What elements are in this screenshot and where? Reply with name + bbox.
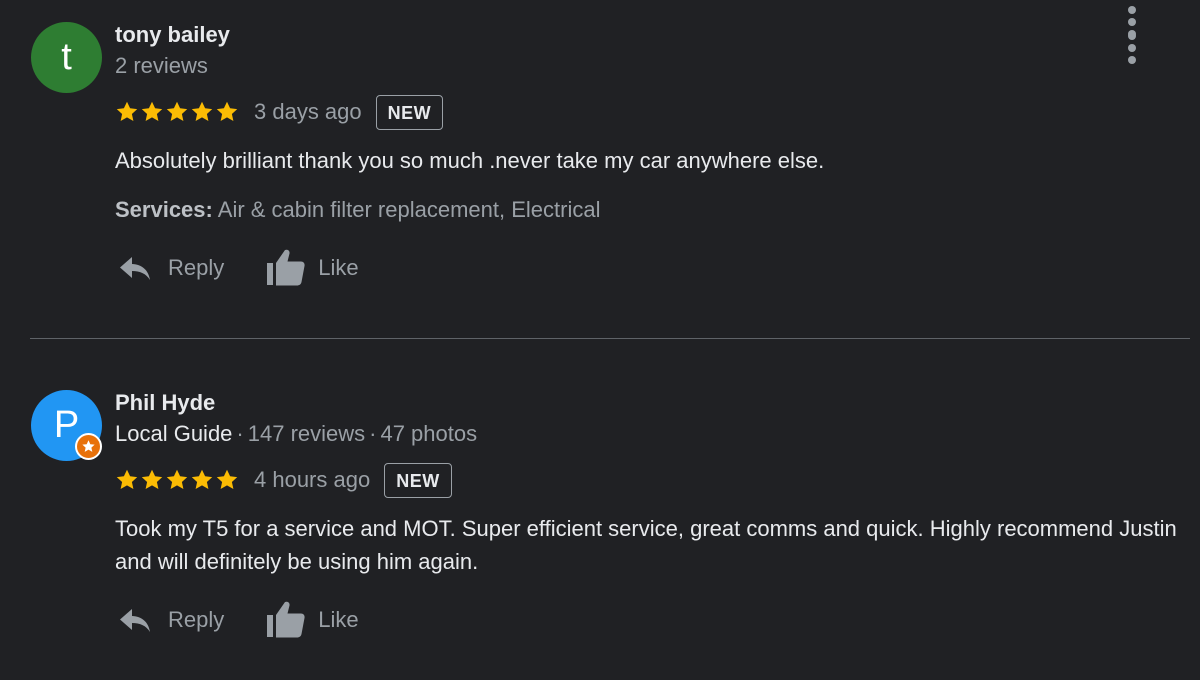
more-vert-icon (1128, 6, 1136, 14)
services-value: Air & cabin filter replacement, Electric… (217, 197, 601, 222)
like-button[interactable]: Like (266, 601, 359, 639)
review-time: 3 days ago (254, 99, 362, 124)
avatar[interactable]: P (31, 390, 102, 461)
reviews-count: 147 reviews (247, 421, 366, 446)
reviews-list: t tony bailey 2 reviews 3 days ago NEW A… (0, 0, 1200, 680)
review-services: Services: Air & cabin filter replacement… (115, 197, 600, 223)
reviewer-name[interactable]: Phil Hyde (115, 390, 215, 416)
reply-label: Reply (168, 255, 225, 280)
thumbs-up-icon (266, 249, 306, 287)
star-icon (116, 101, 138, 121)
review-card: P Phil Hyde Local Guide · 147 reviews · 47 p… (0, 340, 1200, 680)
star-rating (115, 100, 240, 124)
local-guide-label: Local Guide (115, 421, 233, 446)
divider (30, 338, 1190, 339)
reply-icon (118, 606, 152, 634)
star-icon (216, 101, 238, 121)
reply-label: Reply (168, 607, 225, 632)
reviewer-name[interactable]: tony bailey (115, 22, 230, 48)
star-icon (141, 101, 163, 121)
reply-button[interactable]: Reply (118, 606, 224, 634)
review-card: t tony bailey 2 reviews 3 days ago NEW A… (0, 0, 1200, 338)
review-time: 4 hours ago (254, 467, 371, 492)
review-actions: Reply Like (118, 599, 359, 641)
review-actions: Reply Like (118, 247, 359, 289)
more-options-button[interactable] (1117, 0, 1147, 44)
avatar[interactable]: t (31, 22, 102, 93)
review-text: Took my T5 for a service and MOT. Super … (115, 516, 1177, 574)
reviewer-meta: Local Guide · 147 reviews · 47 photos (115, 421, 477, 447)
meta-separator: · (369, 421, 377, 446)
services-label: Services: (115, 197, 213, 222)
reviews-count: 2 reviews (115, 53, 208, 78)
rating-row: 3 days ago NEW (115, 93, 444, 131)
star-icon (116, 469, 138, 489)
star-icon (191, 101, 213, 121)
meta-separator: · (236, 421, 244, 446)
reviewer-meta: 2 reviews (115, 53, 208, 79)
review-text: Absolutely brilliant thank you so much .… (115, 148, 825, 173)
photos-count: 47 photos (380, 421, 478, 446)
reply-icon (118, 254, 152, 282)
star-icon (141, 469, 163, 489)
new-badge: NEW (384, 462, 452, 498)
avatar-initial: t (61, 36, 72, 78)
star-icon (166, 101, 188, 121)
rating-row: 4 hours ago NEW (115, 461, 452, 499)
like-button[interactable]: Like (266, 249, 359, 287)
thumbs-up-icon (266, 601, 306, 639)
like-label: Like (318, 607, 359, 632)
reply-button[interactable]: Reply (118, 254, 224, 282)
star-icon (191, 469, 213, 489)
new-badge: NEW (375, 94, 444, 130)
local-guide-star-icon (75, 433, 102, 460)
like-label: Like (318, 255, 359, 280)
star-icon (166, 469, 188, 489)
star-rating (115, 468, 240, 492)
star-icon (216, 469, 238, 489)
